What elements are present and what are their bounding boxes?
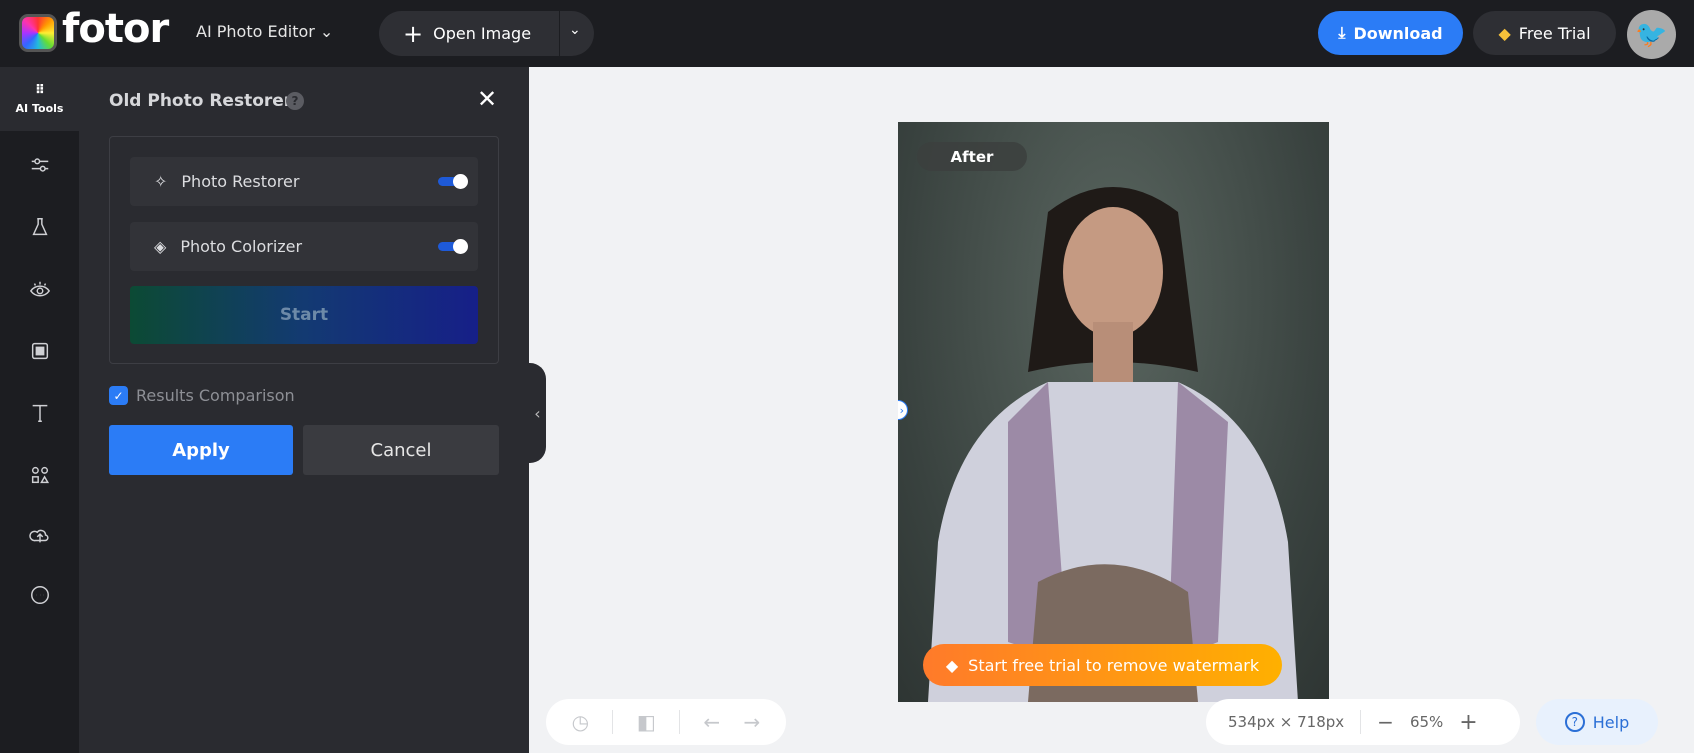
rail-item-adjust[interactable] — [0, 140, 79, 190]
chevron-left-icon: ‹ — [534, 403, 541, 423]
history-toolbar: ◷ ◧ ← → — [546, 699, 786, 745]
open-image-button[interactable]: + Open Image ⌄ — [379, 11, 594, 56]
eye-icon — [29, 281, 50, 297]
download-label: Download — [1353, 23, 1443, 43]
compare-icon[interactable]: ◧ — [637, 710, 656, 734]
rail-item-ai-tools[interactable]: ⠿ AI Tools — [0, 67, 79, 131]
old-photo-restorer-panel: Old Photo Restorer ? ✕ ✧ Photo Restorer … — [79, 67, 529, 753]
watermark-label: Start free trial to remove watermark — [968, 655, 1260, 675]
remove-watermark-banner[interactable]: ◆ Start free trial to remove watermark — [923, 644, 1282, 686]
rail-item-label: AI Tools — [15, 102, 64, 115]
help-button[interactable]: ? Help — [1536, 699, 1658, 745]
top-bar: fotor AI Photo Editor ⌄ + Open Image ⌄ ⤓… — [0, 0, 1694, 67]
portrait-image — [928, 187, 1298, 702]
help-circle-icon: ? — [1564, 712, 1585, 732]
editor-mode-dropdown[interactable]: AI Photo Editor ⌄ — [196, 22, 333, 41]
panel-title: Old Photo Restorer — [109, 91, 293, 111]
editor-mode-label: AI Photo Editor — [196, 22, 315, 41]
photo-restorer-toggle[interactable] — [438, 173, 468, 189]
chevron-down-icon: ⌄ — [319, 22, 334, 41]
help-label: Help — [1592, 712, 1630, 732]
elements-icon — [31, 466, 49, 484]
more-icon — [30, 586, 49, 604]
close-icon[interactable]: ✕ — [477, 85, 497, 113]
download-icon: ⤓ — [1338, 23, 1346, 42]
option-photo-colorizer[interactable]: ◈ Photo Colorizer — [130, 222, 478, 271]
option-photo-restorer[interactable]: ✧ Photo Restorer — [130, 157, 478, 206]
start-button[interactable]: Start — [130, 286, 478, 344]
diamond-icon: ◆ — [1498, 23, 1511, 43]
divider — [1360, 710, 1362, 734]
option-label: Photo Colorizer — [180, 237, 303, 256]
rail-item-elements[interactable] — [0, 450, 79, 500]
grid-icon: ⠿ — [34, 83, 45, 98]
redo-icon[interactable]: → — [744, 710, 761, 734]
fotor-logo[interactable]: fotor — [62, 6, 169, 52]
checkbox-checked-icon[interactable]: ✓ — [109, 386, 128, 405]
divider — [612, 710, 614, 734]
paint-bucket-icon: ◈ — [154, 237, 167, 256]
diamond-icon: ◆ — [945, 655, 959, 675]
plus-icon: + — [403, 19, 424, 48]
history-icon[interactable]: ◷ — [572, 710, 589, 734]
sparkle-icon: ✧ — [154, 172, 168, 191]
open-image-label: Open Image — [433, 24, 532, 43]
chevron-down-icon[interactable]: ⌄ — [569, 22, 581, 38]
frame-icon — [31, 342, 48, 360]
image-dimensions: 534px × 718px — [1228, 713, 1345, 731]
rail-item-more[interactable] — [0, 570, 79, 620]
sliders-icon — [31, 158, 48, 172]
collapse-panel-button[interactable]: ‹ — [529, 363, 546, 463]
divider — [679, 710, 681, 734]
apply-button[interactable]: Apply — [109, 425, 293, 475]
divider — [559, 11, 560, 56]
help-icon[interactable]: ? — [286, 92, 304, 110]
rail-item-effects[interactable] — [0, 202, 79, 252]
cancel-button[interactable]: Cancel — [303, 425, 499, 475]
photo-canvas[interactable]: After › ◆ Start free trial to remove wat… — [898, 122, 1329, 702]
checkbox-label: Results Comparison — [136, 386, 295, 405]
zoom-toolbar: 534px × 718px − 65% + — [1206, 699, 1520, 745]
free-trial-button[interactable]: ◆ Free Trial — [1473, 11, 1616, 55]
avatar[interactable]: 🐦 — [1627, 10, 1676, 59]
fotor-logo-icon[interactable] — [19, 14, 57, 52]
photo-colorizer-toggle[interactable] — [438, 238, 468, 254]
tool-rail: ⠿ AI Tools — [0, 67, 79, 753]
zoom-level: 65% — [1409, 713, 1444, 731]
upload-cloud-icon — [28, 529, 49, 543]
results-comparison-checkbox[interactable]: ✓ Results Comparison — [109, 386, 295, 405]
rail-item-beauty[interactable] — [0, 265, 79, 315]
bird-icon: 🐦 — [1635, 19, 1668, 50]
options-box: ✧ Photo Restorer ◈ Photo Colorizer Start — [109, 136, 499, 364]
zoom-in-icon[interactable]: + — [1459, 710, 1477, 735]
zoom-out-icon[interactable]: − — [1377, 710, 1394, 734]
free-trial-label: Free Trial — [1518, 23, 1591, 43]
rail-item-frames[interactable] — [0, 326, 79, 376]
option-label: Photo Restorer — [181, 172, 300, 191]
rail-item-uploads[interactable] — [0, 510, 79, 560]
after-label: After — [917, 142, 1027, 171]
text-icon — [32, 404, 47, 422]
undo-icon[interactable]: ← — [703, 710, 720, 734]
rail-item-text[interactable] — [0, 388, 79, 438]
flask-icon — [31, 218, 48, 236]
download-button[interactable]: ⤓ Download — [1318, 11, 1463, 55]
